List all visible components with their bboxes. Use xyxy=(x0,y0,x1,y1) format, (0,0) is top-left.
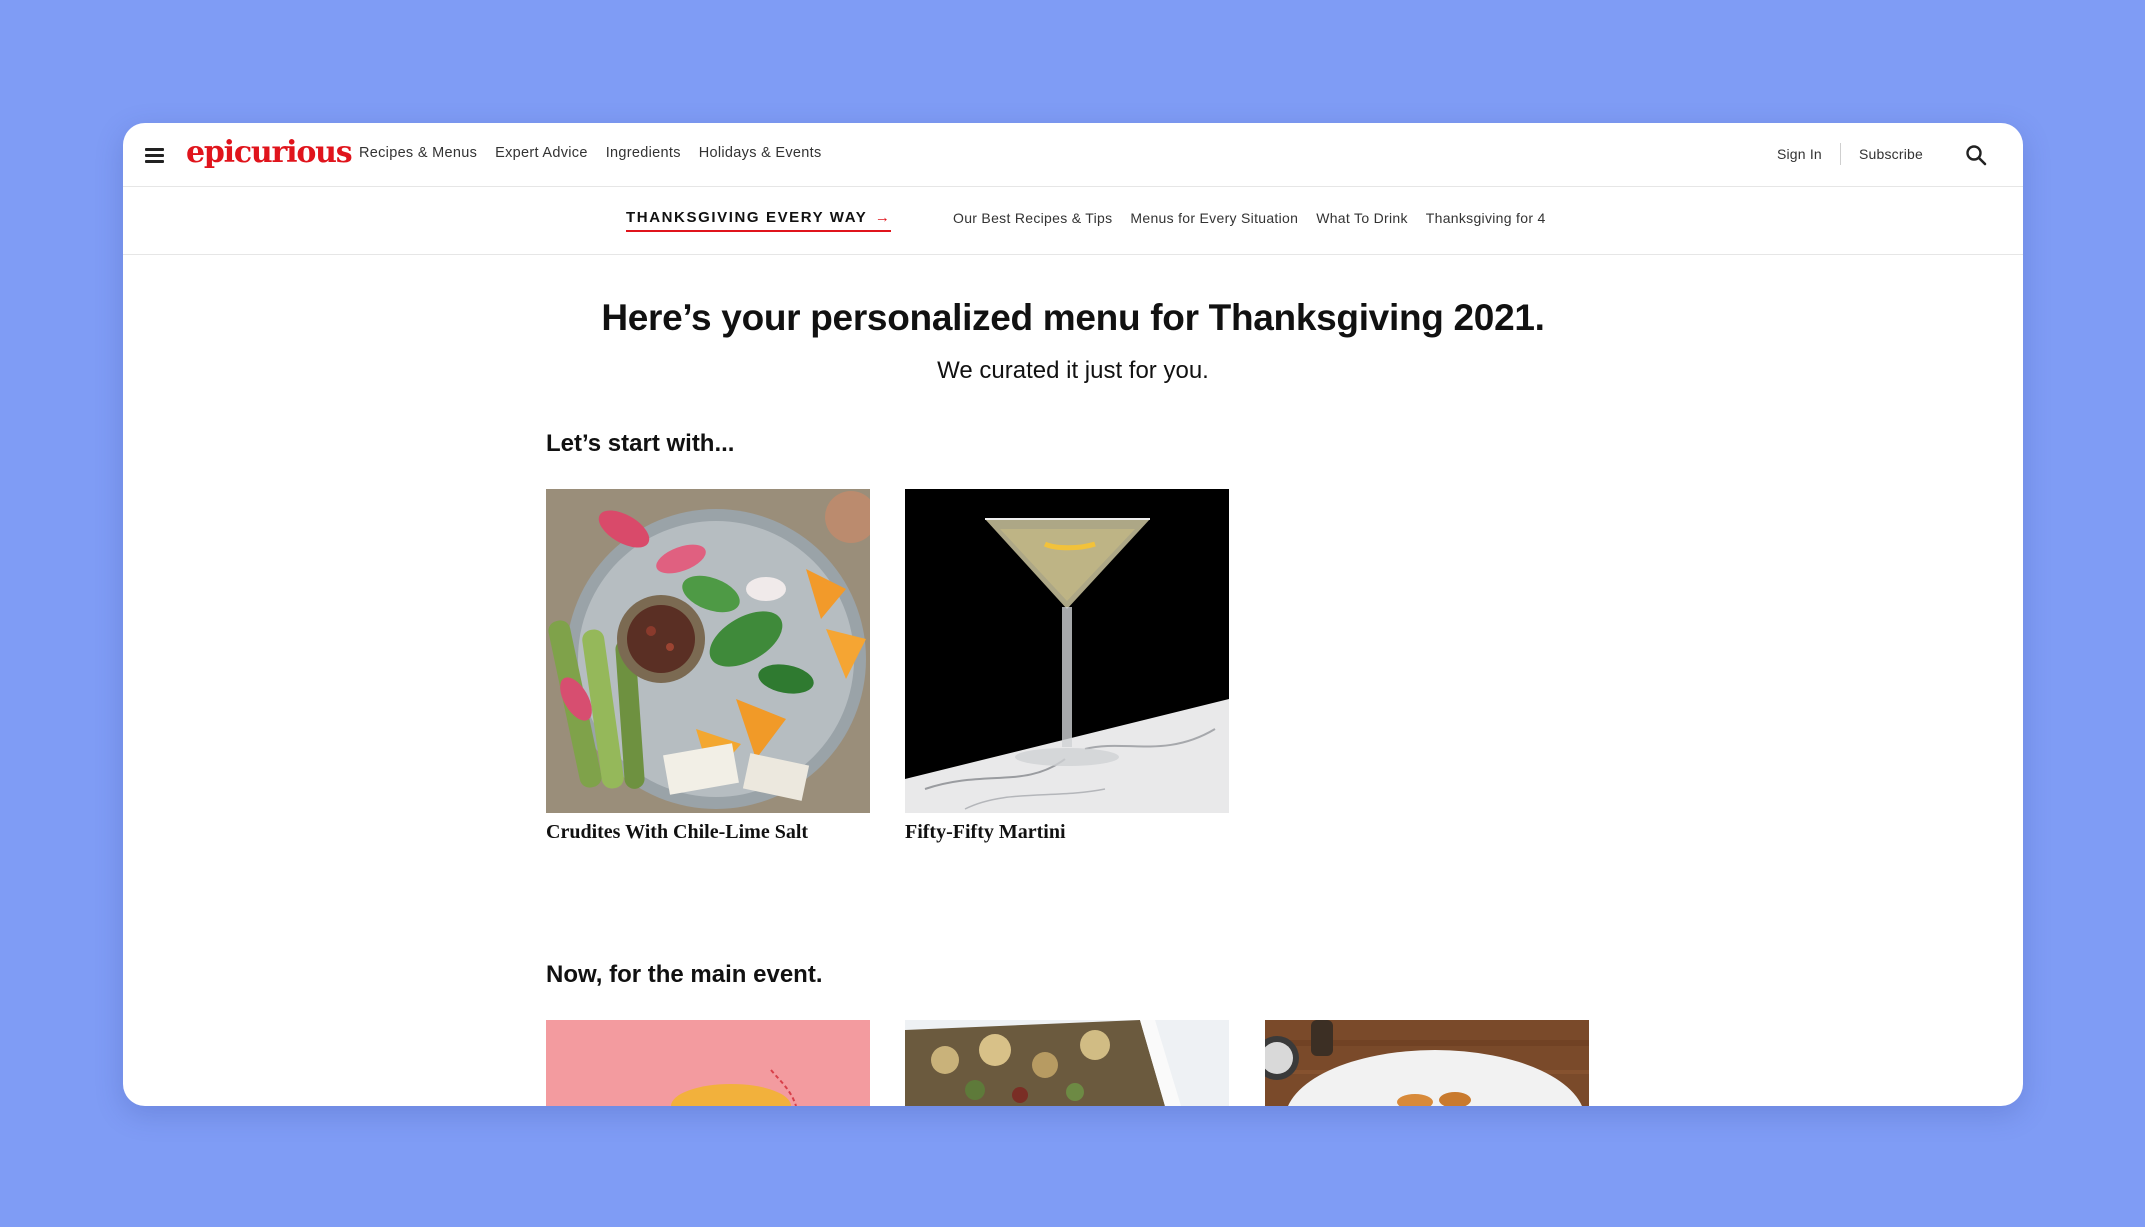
section-title-main: Now, for the main event. xyxy=(546,961,823,988)
subscribe-link[interactable]: Subscribe xyxy=(1859,146,1923,162)
feature-label: THANKSGIVING EVERY WAY xyxy=(626,209,868,226)
crudites-platter-image[interactable] xyxy=(546,489,870,813)
arrow-right-icon: → xyxy=(874,209,892,226)
top-navigation: epicurious Recipes & Menus Expert Advice… xyxy=(123,123,2023,187)
subnav-links: Our Best Recipes & Tips Menus for Every … xyxy=(953,210,1546,226)
page-subtitle: We curated it just for you. xyxy=(937,357,1209,384)
plated-dish-image[interactable] xyxy=(1265,1020,1589,1106)
site-logo[interactable]: epicurious xyxy=(186,135,353,170)
martini-glass-image[interactable] xyxy=(905,489,1229,813)
stuffing-pan-image[interactable] xyxy=(905,1020,1229,1106)
pink-dish-image[interactable] xyxy=(546,1020,870,1106)
hamburger-menu-icon[interactable] xyxy=(145,148,164,163)
subnav-what-to-drink[interactable]: What To Drink xyxy=(1316,210,1408,226)
subnav-best-recipes[interactable]: Our Best Recipes & Tips xyxy=(953,210,1112,226)
nav-holidays-events[interactable]: Holidays & Events xyxy=(699,145,822,161)
feature-underline xyxy=(626,230,892,232)
subnav-thanksgiving-for-4[interactable]: Thanksgiving for 4 xyxy=(1426,210,1546,226)
browser-window: epicurious Recipes & Menus Expert Advice… xyxy=(123,123,2023,1106)
nav-ingredients[interactable]: Ingredients xyxy=(606,145,681,161)
recipe-card[interactable] xyxy=(905,1020,1229,1106)
nav-expert-advice[interactable]: Expert Advice xyxy=(495,145,588,161)
main-nav: Recipes & Menus Expert Advice Ingredient… xyxy=(359,145,822,161)
recipe-card[interactable]: Fifty-Fifty Martini xyxy=(905,489,1229,844)
sub-navigation: THANKSGIVING EVERY WAY → Our Best Recipe… xyxy=(123,187,2023,255)
page-title: Here’s your personalized menu for Thanks… xyxy=(601,297,1545,338)
recipe-title[interactable]: Fifty-Fifty Martini xyxy=(905,821,1229,844)
sign-in-link[interactable]: Sign In xyxy=(1777,146,1822,162)
recipe-title[interactable]: Crudites With Chile-Lime Salt xyxy=(546,821,870,844)
recipe-card[interactable] xyxy=(546,1020,870,1106)
section-title-starters: Let’s start with... xyxy=(546,430,735,457)
nav-recipes-menus[interactable]: Recipes & Menus xyxy=(359,145,477,161)
search-icon[interactable] xyxy=(1965,144,1987,166)
nav-divider xyxy=(1839,143,1841,165)
subnav-menus[interactable]: Menus for Every Situation xyxy=(1130,210,1298,226)
recipe-card[interactable]: Crudites With Chile-Lime Salt xyxy=(546,489,870,844)
recipe-card[interactable] xyxy=(1265,1020,1589,1106)
user-nav: Sign In Subscribe xyxy=(1777,143,1923,165)
feature-link-thanksgiving[interactable]: THANKSGIVING EVERY WAY → xyxy=(626,209,892,232)
